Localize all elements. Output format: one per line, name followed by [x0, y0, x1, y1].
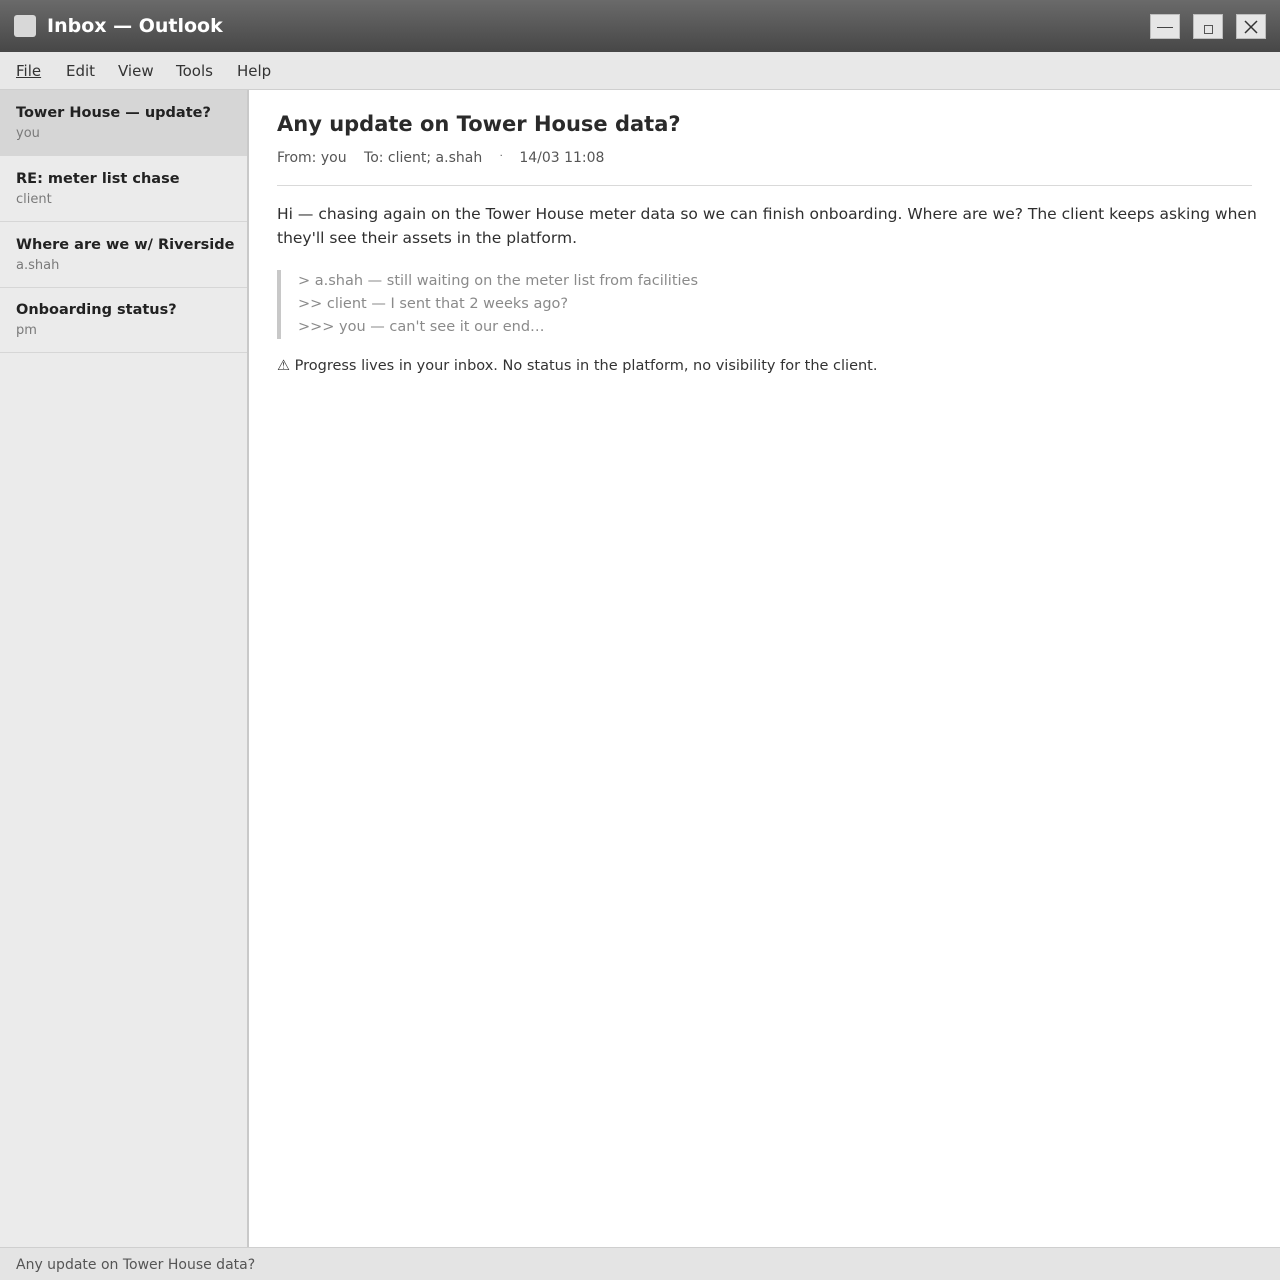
reading-pane: Any update on Tower House data? From: yo… [249, 90, 1280, 1247]
message-subject: Tower House — update? [16, 105, 211, 121]
quoted-line: >>> you — can't see it our end… [298, 319, 545, 335]
maximize-button[interactable] [1193, 14, 1223, 39]
message-list-item-tower-house[interactable]: Tower House — update? you [0, 90, 247, 156]
window-title: Inbox — Outlook [47, 15, 223, 37]
status-bar: Any update on Tower House data? [0, 1247, 1280, 1280]
email-date: 14/03 11:08 [519, 150, 605, 166]
quoted-thread: > a.shah — still waiting on the meter li… [277, 270, 877, 339]
message-sender: pm [16, 323, 37, 338]
meta-separator: · [499, 151, 503, 162]
message-subject: Where are we w/ Riverside [16, 237, 235, 253]
email-body: Hi — chasing again on the Tower House me… [277, 205, 1257, 247]
title-bar[interactable]: Inbox — Outlook [0, 0, 1280, 52]
quoted-line: > a.shah — still waiting on the meter li… [298, 273, 699, 289]
warning-note: ⚠ Progress lives in your inbox. No statu… [277, 358, 878, 374]
message-list-item-riverside[interactable]: Where are we w/ Riverside a.shah [0, 222, 247, 288]
menu-file[interactable]: File [16, 61, 41, 81]
close-button[interactable] [1236, 14, 1266, 39]
outlook-window: Inbox — Outlook File Edit View Tools Hel… [0, 0, 1280, 1280]
message-subject: Onboarding status? [16, 302, 177, 318]
app-icon [14, 15, 36, 37]
email-subject: Any update on Tower House data? [277, 112, 681, 136]
status-text: Any update on Tower House data? [16, 1257, 256, 1273]
email-meta: From: you To: client; a.shah · 14/03 11:… [277, 149, 617, 169]
menu-bar: File Edit View Tools Help [0, 52, 1280, 90]
menu-view[interactable]: View [118, 61, 154, 81]
email-to: To: client; a.shah [364, 150, 483, 166]
menu-tools[interactable]: Tools [176, 61, 213, 81]
message-sender: you [16, 126, 40, 141]
minimize-button[interactable] [1150, 14, 1180, 39]
minimize-icon [1157, 26, 1173, 28]
email-from: From: you [277, 150, 347, 166]
message-list: Tower House — update? you RE: meter list… [0, 90, 249, 1247]
close-icon [1244, 19, 1258, 34]
message-list-item-onboarding[interactable]: Onboarding status? pm [0, 287, 247, 353]
message-sender: a.shah [16, 258, 60, 273]
header-divider [277, 185, 1252, 186]
message-subject: RE: meter list chase [16, 171, 180, 187]
quoted-line: >> client — I sent that 2 weeks ago? [298, 296, 569, 312]
message-sender: client [16, 192, 52, 207]
maximize-icon [1203, 25, 1213, 34]
message-list-item-meter-list[interactable]: RE: meter list chase client [0, 156, 247, 222]
menu-edit[interactable]: Edit [66, 61, 95, 81]
menu-help[interactable]: Help [237, 61, 271, 81]
